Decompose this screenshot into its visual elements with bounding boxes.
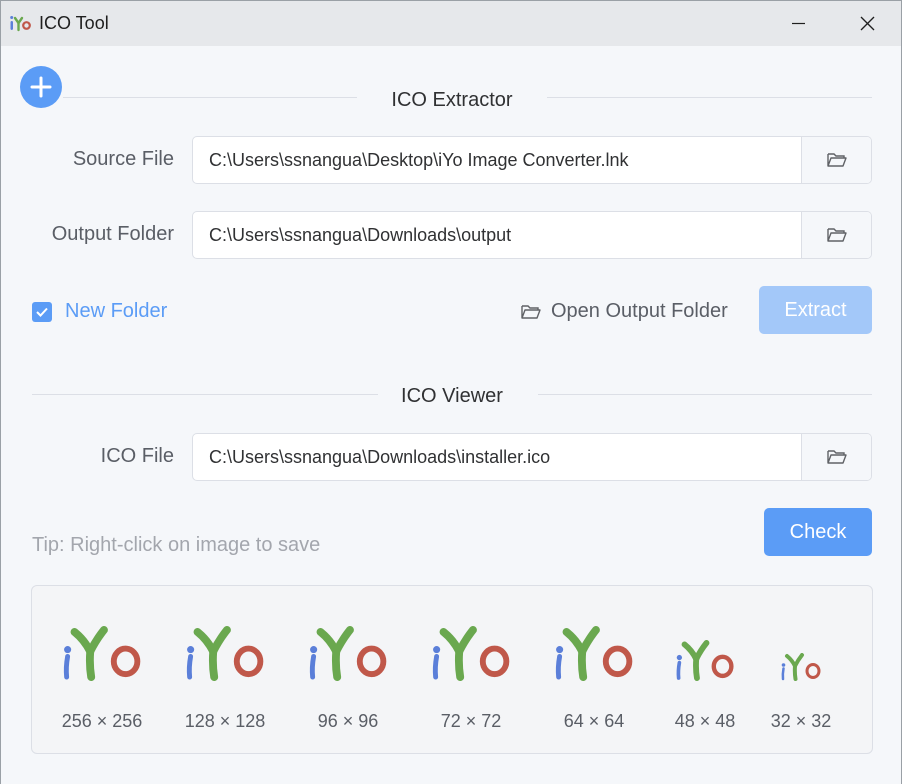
minimize-icon <box>792 22 805 25</box>
icon-size-caption: 96 × 96 <box>317 711 379 731</box>
title-bar[interactable]: ICO Tool <box>1 1 901 46</box>
iyo-logo-icon <box>186 626 264 681</box>
folder-open-icon <box>521 305 541 319</box>
icon-preview[interactable]: 96 × 96 <box>298 586 398 746</box>
divider-line <box>538 394 872 395</box>
main-content: ICO Extractor Source File C:\Users\ssnan… <box>1 46 901 784</box>
source-file-input[interactable]: C:\Users\ssnangua\Desktop\iYo Image Conv… <box>192 136 872 184</box>
iyo-logo-icon <box>432 626 510 681</box>
iyo-logo-icon <box>555 626 633 681</box>
extract-button[interactable]: Extract <box>759 286 872 334</box>
icon-preview[interactable]: 128 × 128 <box>175 586 275 746</box>
icon-preview[interactable]: 48 × 48 <box>655 586 755 746</box>
icon-size-caption: 64 × 64 <box>563 711 625 731</box>
app-logo-icon <box>10 16 31 32</box>
minimize-button[interactable] <box>775 1 821 46</box>
tip-text: Tip: Right-click on image to save <box>32 534 321 556</box>
checkmark-icon <box>36 307 48 317</box>
check-button[interactable]: Check <box>764 508 872 556</box>
extractor-section-title: ICO Extractor <box>391 89 513 111</box>
app-window: ICO Tool ICO Extractor Source File C:\Us <box>0 0 902 784</box>
ico-file-value: C:\Users\ssnangua\Downloads\installer.ic… <box>209 447 551 467</box>
output-folder-input[interactable]: C:\Users\ssnangua\Downloads\output <box>192 211 872 259</box>
folder-open-icon <box>827 450 847 464</box>
icon-preview[interactable]: 72 × 72 <box>421 586 521 746</box>
icon-gallery: 256 × 256 128 × 128 96 × 96 72 × 72 64 × 64 4… <box>31 585 873 754</box>
source-file-label: Source File <box>72 148 174 170</box>
ico-file-label: ICO File <box>100 445 174 467</box>
icon-size-caption: 48 × 48 <box>674 711 736 731</box>
folder-open-icon <box>827 153 847 167</box>
ico-file-input[interactable]: C:\Users\ssnangua\Downloads\installer.ic… <box>192 433 872 481</box>
browse-ico-button[interactable] <box>801 434 871 480</box>
iyo-logo-icon <box>676 640 734 681</box>
divider-line <box>63 97 357 98</box>
browse-output-button[interactable] <box>801 212 871 258</box>
add-button[interactable] <box>20 66 62 108</box>
iyo-logo-icon <box>781 653 821 681</box>
iyo-logo-icon <box>309 626 387 681</box>
output-folder-label: Output Folder <box>51 223 174 245</box>
window-title: ICO Tool <box>39 13 109 33</box>
viewer-section-title: ICO Viewer <box>401 385 503 407</box>
source-file-value: C:\Users\ssnangua\Desktop\iYo Image Conv… <box>209 150 629 170</box>
plus-icon <box>30 76 52 98</box>
icon-size-caption: 72 × 72 <box>440 711 502 731</box>
icon-size-caption: 256 × 256 <box>61 711 143 731</box>
icon-preview[interactable]: 64 × 64 <box>544 586 644 746</box>
icon-preview[interactable]: 32 × 32 <box>751 586 851 746</box>
browse-source-button[interactable] <box>801 137 871 183</box>
new-folder-checkbox[interactable] <box>32 302 52 322</box>
divider-line <box>547 97 872 98</box>
close-icon <box>860 16 875 31</box>
new-folder-label[interactable]: New Folder <box>65 300 167 323</box>
icon-size-caption: 32 × 32 <box>770 711 832 731</box>
icon-size-caption: 128 × 128 <box>184 711 266 731</box>
open-output-folder-label: Open Output Folder <box>551 300 728 322</box>
folder-open-icon <box>827 228 847 242</box>
close-button[interactable] <box>844 1 890 46</box>
iyo-logo-icon <box>63 626 141 681</box>
icon-preview[interactable]: 256 × 256 <box>52 586 152 746</box>
divider-line <box>32 394 378 395</box>
output-folder-value: C:\Users\ssnangua\Downloads\output <box>209 225 512 245</box>
